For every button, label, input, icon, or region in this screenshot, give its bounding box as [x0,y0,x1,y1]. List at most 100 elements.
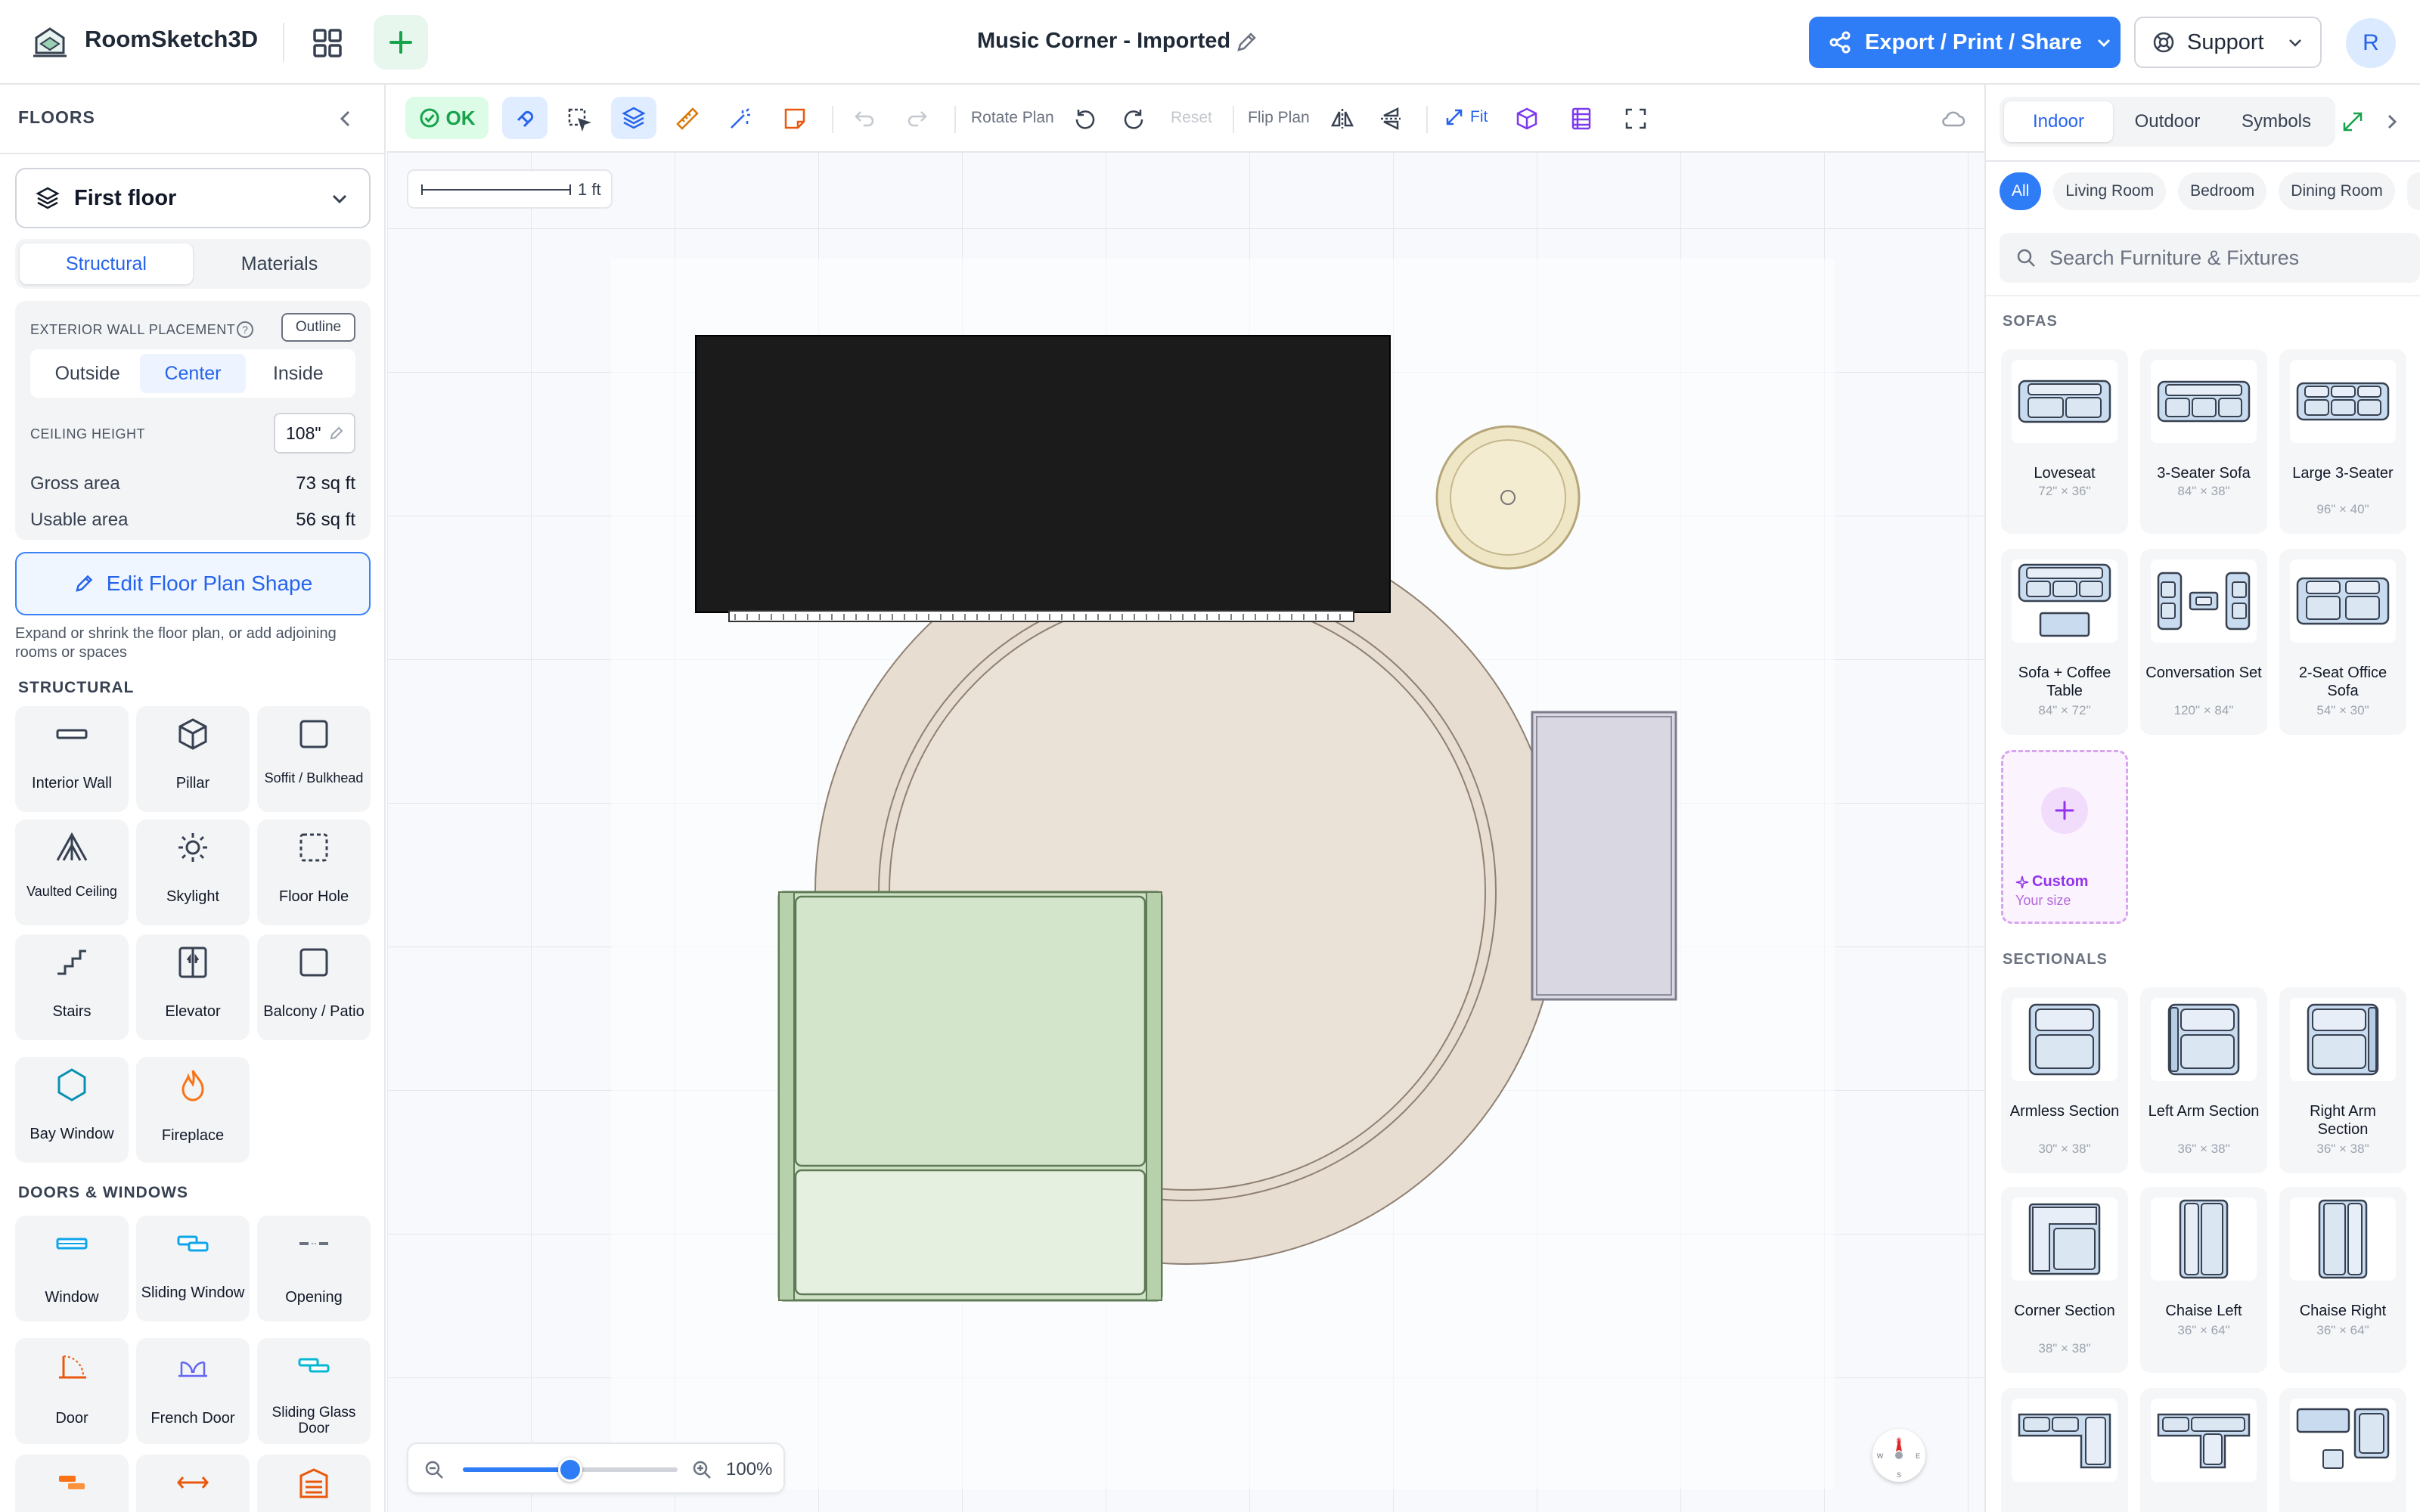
rename-pencil-icon[interactable] [1234,30,1258,54]
tile-stairs[interactable]: Stairs [15,934,129,1040]
furniture-sectional-chaise[interactable] [2140,1388,2267,1512]
furniture-2-seat-office-sofa[interactable]: 2-Seat Office Sofa 54" × 30" [2279,549,2406,735]
tile-more-2[interactable] [136,1455,250,1512]
outline-toggle[interactable]: Outline [281,313,355,342]
project-title[interactable]: Music Corner - Imported [977,29,1230,54]
reset-rotation-button[interactable]: Reset [1171,109,1212,127]
tab-materials[interactable]: Materials [193,243,366,284]
furniture-left-arm-section[interactable]: Left Arm Section 36" × 38" [2140,987,2267,1173]
floor-selector[interactable]: First floor [15,168,371,228]
furniture-sofa-ottoman[interactable] [2279,1388,2406,1512]
furniture-chaise-right[interactable]: Chaise Right 36" × 64" [2279,1187,2406,1373]
furniture-right-arm-section[interactable]: Right Arm Section 36" × 38" [2279,987,2406,1173]
flip-horizontal-icon[interactable] [1329,106,1355,132]
opening-icon [299,1242,328,1245]
chip-dining-room[interactable]: Dining Room [2279,172,2395,210]
double-arrow-icon [177,1476,209,1489]
tile-skylight[interactable]: Skylight [136,820,250,925]
tile-elevator[interactable]: Elevator [136,934,250,1040]
tile-bay-window[interactable]: Bay Window [15,1057,129,1163]
zoom-slider-handle[interactable] [558,1458,582,1482]
fullscreen-icon[interactable] [1623,106,1649,132]
chip-more[interactable] [2406,172,2420,210]
furniture-corner-section[interactable]: Corner Section 38" × 38" [2001,1187,2128,1373]
custom-size-tile[interactable]: Custom Your size [2001,750,2128,924]
magic-wand-icon[interactable] [728,106,753,132]
cloud-sync-icon[interactable] [1941,106,1966,132]
tab-structural[interactable]: Structural [20,243,193,284]
furniture-chaise-left[interactable]: Chaise Left 36" × 64" [2140,1187,2267,1373]
dashboard-grid-icon[interactable] [310,26,345,60]
tile-window[interactable]: Window [15,1216,129,1321]
tile-fireplace[interactable]: Fireplace [136,1057,250,1163]
tab-symbols[interactable]: Symbols [2222,101,2331,142]
furniture-l-sectional[interactable] [2001,1388,2128,1512]
tile-french-door[interactable]: French Door [136,1338,250,1444]
status-ok-badge[interactable]: OK [405,97,489,139]
edit-floor-plan-shape-button[interactable]: Edit Floor Plan Shape [15,552,371,615]
furniture-conversation-set[interactable]: Conversation Set 120" × 84" [2140,549,2267,735]
wall-option-center[interactable]: Center [140,354,246,393]
3d-view-cube-icon[interactable] [1514,106,1540,132]
collapse-sidebar-chevron-left-icon[interactable] [333,106,358,132]
tile-more-1[interactable] [15,1455,129,1512]
select-area-icon[interactable] [566,106,591,132]
fit-button[interactable]: Fit [1444,107,1488,127]
export-print-share-button[interactable]: Export / Print / Share [1809,17,2121,68]
zoom-in-icon[interactable] [691,1459,712,1480]
tile-floor-hole[interactable]: Floor Hole [257,820,371,925]
plan-drawing[interactable] [387,85,1984,1512]
layers-button[interactable] [611,97,656,139]
redo-icon[interactable] [904,106,930,132]
furniture-3-seater-sofa[interactable]: 3-Seater Sofa 84" × 38" [2140,349,2267,534]
tile-more-3[interactable] [257,1455,371,1512]
tile-interior-wall[interactable]: Interior Wall [15,706,129,812]
wall-option-outside[interactable]: Outside [35,354,140,393]
building-floors-icon[interactable] [1568,106,1594,132]
tile-sliding-glass-door[interactable]: Sliding Glass Door [257,1338,371,1444]
app-logo-icon[interactable] [30,23,70,62]
tile-soffit-bulkhead[interactable]: Soffit / Bulkhead [257,706,371,812]
chip-all[interactable]: All [2000,172,2042,210]
flip-vertical-icon[interactable] [1378,106,1404,132]
user-avatar[interactable]: R [2346,18,2396,68]
tile-opening[interactable]: Opening [257,1216,371,1321]
rotate-left-icon[interactable] [1072,106,1098,132]
sectional-icon [2028,1003,2101,1076]
help-circle-icon[interactable]: ? [236,321,254,339]
ruler-icon[interactable] [675,106,700,132]
expand-panel-icon[interactable] [2340,109,2366,135]
floor-plan-canvas[interactable]: OK Rotate Plan Reset Flip Plan Fit 1 ft … [387,85,1984,1512]
ceiling-height-input[interactable]: 108" [274,413,355,454]
furniture-armless-section[interactable]: Armless Section 30" × 38" [2001,987,2128,1173]
tile-vaulted-ceiling[interactable]: Vaulted Ceiling [15,820,129,925]
tile-balcony-patio[interactable]: Balcony / Patio [257,934,371,1040]
furniture-sofa-coffee-table[interactable]: Sofa + Coffee Table 84" × 72" [2001,549,2128,735]
tile-pillar[interactable]: Pillar [136,706,250,812]
chip-living-room[interactable]: Living Room [2053,172,2167,210]
tile-sliding-window[interactable]: Sliding Window [136,1216,250,1321]
tile-door[interactable]: Door [15,1338,129,1444]
rotate-right-icon[interactable] [1121,106,1146,132]
undo-icon[interactable] [852,106,877,132]
zoom-out-icon[interactable] [424,1459,445,1480]
chip-bedroom[interactable]: Bedroom [2178,172,2267,210]
furniture-name: 3-Seater Sofa [2157,465,2251,482]
tab-outdoor[interactable]: Outdoor [2113,101,2222,142]
tab-indoor[interactable]: Indoor [2004,101,2113,142]
support-button[interactable]: Support [2134,17,2322,68]
snap-magnet-button[interactable] [502,97,548,139]
furniture-loveseat[interactable]: Loveseat 72" × 36" [2001,349,2128,534]
furniture-search-input[interactable]: Search Furniture & Fixtures [2000,233,2420,283]
wall-option-inside[interactable]: Inside [246,354,351,393]
tile-label: Door [55,1410,88,1427]
check-circle-icon [420,108,439,128]
category-chips: All Living Room Bedroom Dining Room [2000,172,2420,212]
furniture-large-3-seater[interactable]: Large 3-Seater 96" × 40" [2279,349,2406,534]
compass[interactable]: N W E S [1872,1429,1925,1482]
new-project-button[interactable] [374,15,428,70]
garage-door-icon [299,1468,328,1498]
chevron-right-icon[interactable] [2381,110,2403,133]
zoom-slider-track[interactable] [463,1458,678,1482]
sticky-note-icon[interactable] [782,106,808,132]
